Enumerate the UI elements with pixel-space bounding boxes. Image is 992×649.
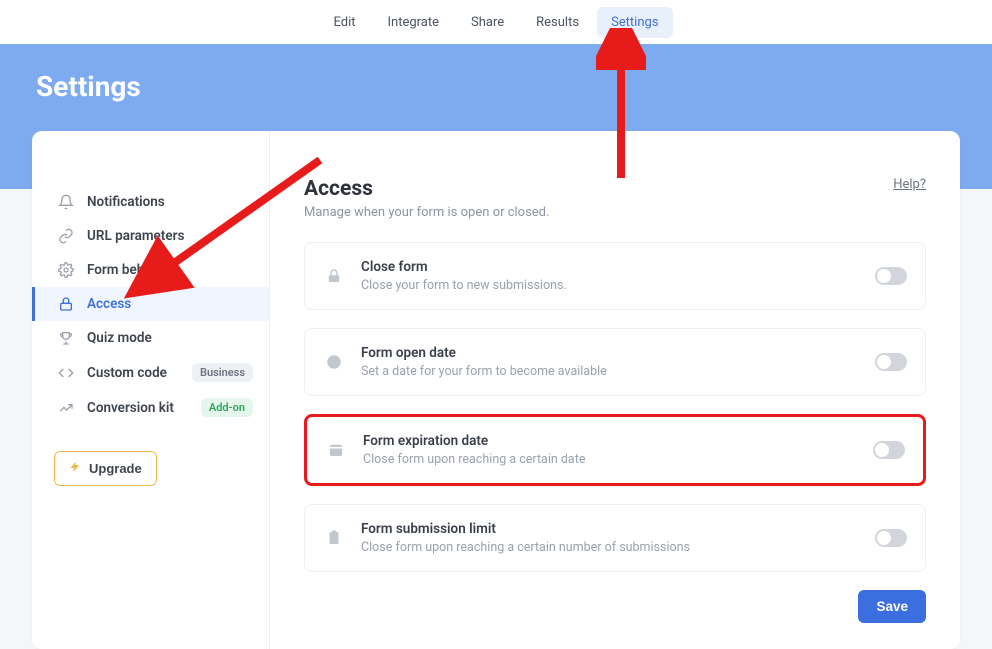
tier-badge: Add-on (201, 398, 253, 417)
tab-settings[interactable]: Settings (597, 7, 672, 38)
settings-sidebar: Notifications URL parameters Form behavi… (32, 131, 270, 649)
sidebar-item-label: URL parameters (87, 228, 184, 244)
setting-title: Form submission limit (361, 521, 875, 537)
bolt-icon (69, 460, 81, 477)
tab-edit[interactable]: Edit (319, 7, 369, 38)
settings-main: Access Manage when your form is open or … (270, 131, 960, 649)
sidebar-item-label: Quiz mode (87, 330, 152, 346)
trend-icon (57, 399, 75, 417)
trophy-icon (57, 329, 75, 347)
sidebar-item-url-parameters[interactable]: URL parameters (32, 219, 269, 253)
toggle-expiration-date[interactable] (873, 441, 905, 459)
setting-desc: Close form upon reaching a certain numbe… (361, 540, 875, 555)
sidebar-item-label: Custom code (87, 365, 167, 381)
clock-icon (323, 351, 345, 373)
setting-title: Form expiration date (363, 433, 873, 449)
sidebar-item-quiz-mode[interactable]: Quiz mode (32, 321, 269, 355)
save-button[interactable]: Save (858, 590, 926, 623)
calendar-icon (325, 439, 347, 461)
sidebar-item-form-behavior[interactable]: Form behavior (32, 253, 269, 287)
setting-desc: Close your form to new submissions. (361, 278, 875, 293)
sidebar-item-access[interactable]: Access (32, 287, 269, 321)
setting-card-submission-limit: Form submission limit Close form upon re… (304, 504, 926, 572)
setting-desc: Close form upon reaching a certain date (363, 452, 873, 467)
help-link[interactable]: Help? (893, 177, 926, 192)
page-title: Settings (36, 70, 992, 103)
sidebar-item-label: Notifications (87, 194, 165, 210)
setting-card-open-date: Form open date Set a date for your form … (304, 328, 926, 396)
link-icon (57, 227, 75, 245)
code-icon (57, 364, 75, 382)
sidebar-item-label: Form behavior (87, 262, 174, 278)
section-title: Access (304, 177, 549, 201)
tab-integrate[interactable]: Integrate (373, 7, 453, 38)
upgrade-button[interactable]: Upgrade (54, 451, 157, 486)
setting-desc: Set a date for your form to become avail… (361, 364, 875, 379)
toggle-close-form[interactable] (875, 267, 907, 285)
sidebar-item-label: Access (87, 296, 131, 312)
sidebar-item-label: Conversion kit (87, 400, 174, 416)
clipboard-icon (323, 527, 345, 549)
settings-panel: Notifications URL parameters Form behavi… (32, 131, 960, 649)
gear-icon (57, 261, 75, 279)
upgrade-label: Upgrade (89, 461, 142, 476)
toggle-submission-limit[interactable] (875, 529, 907, 547)
toggle-open-date[interactable] (875, 353, 907, 371)
lock-icon (57, 295, 75, 313)
sidebar-item-custom-code[interactable]: Custom code Business (32, 355, 269, 390)
setting-title: Close form (361, 259, 875, 275)
setting-card-expiration-date: Form expiration date Close form upon rea… (304, 414, 926, 486)
section-subtitle: Manage when your form is open or closed. (304, 205, 549, 220)
sidebar-item-conversion-kit[interactable]: Conversion kit Add-on (32, 390, 269, 425)
sidebar-item-notifications[interactable]: Notifications (32, 185, 269, 219)
tab-results[interactable]: Results (522, 7, 593, 38)
lock-icon (323, 265, 345, 287)
top-nav: Edit Integrate Share Results Settings (0, 0, 992, 44)
tab-share[interactable]: Share (457, 7, 518, 38)
setting-card-close-form: Close form Close your form to new submis… (304, 242, 926, 310)
bell-icon (57, 193, 75, 211)
setting-title: Form open date (361, 345, 875, 361)
tier-badge: Business (192, 363, 253, 382)
